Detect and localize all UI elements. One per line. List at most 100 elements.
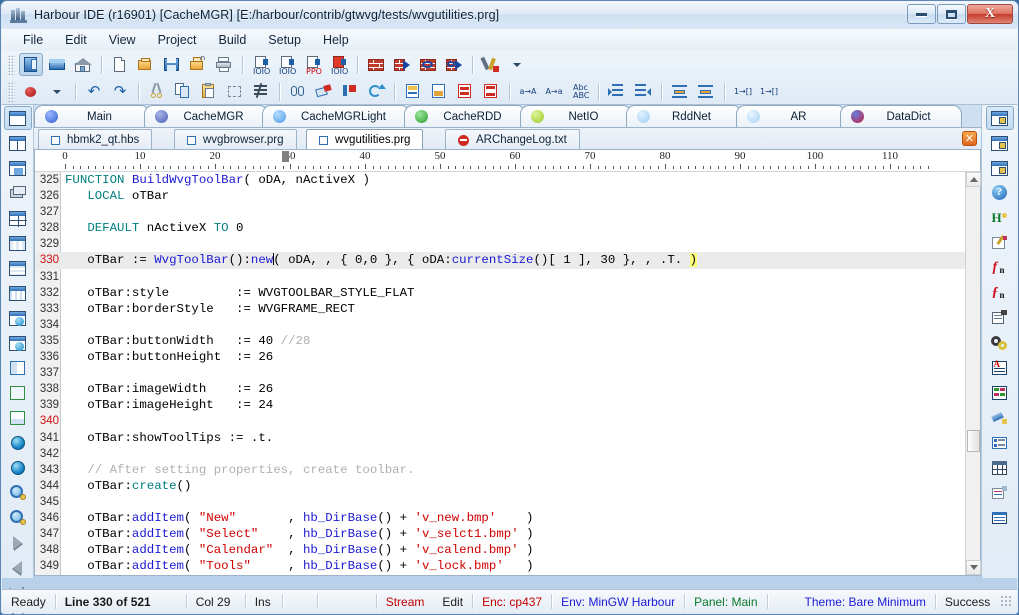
flashlight-icon[interactable] xyxy=(986,406,1014,430)
tools-icon[interactable] xyxy=(479,53,503,76)
exit-icon[interactable] xyxy=(19,53,43,76)
paste-icon[interactable] xyxy=(197,80,221,103)
panel-grid-icon[interactable] xyxy=(4,206,32,230)
code-line[interactable]: 333 oTBar:borderStyle := WVGFRAME_RECT xyxy=(35,301,965,317)
edit-note-icon[interactable] xyxy=(986,231,1014,255)
goto-icon[interactable] xyxy=(338,80,362,103)
compile-ppo-icon[interactable]: PPO xyxy=(301,53,325,76)
code-line[interactable]: 335 oTBar:buttonWidth := 40 //28 xyxy=(35,333,965,349)
window-panel-3-icon[interactable] xyxy=(986,156,1014,180)
panel-columns-icon[interactable] xyxy=(4,281,32,305)
close-tab-button[interactable]: ✕ xyxy=(962,131,977,146)
code-line[interactable]: 344 oTBar:create() xyxy=(35,478,965,494)
zoom-in-icon[interactable] xyxy=(4,481,32,505)
code-line[interactable]: 340 xyxy=(35,413,965,429)
code-line[interactable]: 330 oTBar := WvgToolBar():new( oDA, , { … xyxy=(35,252,965,269)
menu-file[interactable]: File xyxy=(12,31,54,49)
minimize-button[interactable] xyxy=(907,4,936,24)
compile-io2-icon[interactable]: IOIO xyxy=(275,53,299,76)
settings-gears-icon[interactable] xyxy=(986,331,1014,355)
compile-io-icon[interactable]: IOIO xyxy=(249,53,273,76)
window-panel-1-icon[interactable] xyxy=(985,106,1014,130)
bookmark-prev-icon[interactable] xyxy=(453,80,477,103)
nav-back-icon[interactable] xyxy=(4,556,32,580)
code-line[interactable]: 327 xyxy=(35,204,965,220)
code-line[interactable]: 342 xyxy=(35,446,965,462)
project-tab-cachemgrlight[interactable]: CacheMGRLight xyxy=(262,105,410,127)
home-icon[interactable] xyxy=(71,53,95,76)
panel-save-icon[interactable] xyxy=(4,156,32,180)
grid-view-icon[interactable] xyxy=(986,456,1014,480)
panel-browse2-icon[interactable] xyxy=(4,331,32,355)
project-tab-cacherdd[interactable]: CacheRDD xyxy=(404,105,526,127)
indent-icon[interactable] xyxy=(605,80,629,103)
project-tab-datadict[interactable]: DataDict xyxy=(840,105,962,127)
new-file-icon[interactable] xyxy=(108,53,132,76)
clear-icon[interactable] xyxy=(249,80,273,103)
code-line[interactable]: 336 oTBar:buttonHeight := 26 xyxy=(35,349,965,365)
code-line[interactable]: 348 oTBar:addItem( "Calendar" , hb_DirBa… xyxy=(35,542,965,558)
maximize-button[interactable] xyxy=(937,4,966,24)
spellcheck-icon[interactable]: Abc ABC xyxy=(568,80,592,103)
code-line[interactable]: 337 xyxy=(35,365,965,381)
menu-project[interactable]: Project xyxy=(147,31,208,49)
compile-io-red-icon[interactable]: IOIO xyxy=(327,53,351,76)
align-right-icon[interactable] xyxy=(694,80,718,103)
project-tab-rddnet[interactable]: RddNet xyxy=(626,105,742,127)
print-icon[interactable] xyxy=(212,53,236,76)
copy-icon[interactable] xyxy=(171,80,195,103)
find-icon[interactable] xyxy=(286,80,310,103)
code-line[interactable]: 347 oTBar:addItem( "Select" , hb_DirBase… xyxy=(35,526,965,542)
bookmark-add-icon[interactable] xyxy=(401,80,425,103)
build-icon[interactable] xyxy=(364,53,388,76)
menu-edit[interactable]: Edit xyxy=(54,31,98,49)
toolbar-grip[interactable] xyxy=(8,54,15,75)
project-tab-netio[interactable]: NetIO xyxy=(520,105,632,127)
code-line[interactable]: 341 oTBar:showToolTips := .t. xyxy=(35,430,965,446)
file-tab-wvgbrowser-prg[interactable]: wvgbrowser.prg xyxy=(174,129,297,150)
refresh-icon[interactable] xyxy=(364,80,388,103)
file-tab-hbmk2-qt-hbs[interactable]: hbmk2_qt.hbs xyxy=(38,129,153,150)
record-dropdown-icon[interactable] xyxy=(45,80,69,103)
editor-vertical-scrollbar[interactable] xyxy=(965,172,981,575)
code-line[interactable]: 332 oTBar:style := WVGTOOLBAR_STYLE_FLAT xyxy=(35,285,965,301)
code-line[interactable]: 350 oTBar:addItem( "Index" , hb_DirBase(… xyxy=(35,574,965,575)
menu-help[interactable]: Help xyxy=(312,31,360,49)
window-panel-2-icon[interactable] xyxy=(986,131,1014,155)
function-list-icon[interactable]: ƒ n xyxy=(986,281,1014,305)
scroll-up-button[interactable] xyxy=(966,172,981,187)
line-number-down-icon[interactable]: 1→[] xyxy=(757,80,781,103)
bookmark-goto-icon[interactable] xyxy=(427,80,451,103)
zoom-out-icon[interactable] xyxy=(4,506,32,530)
undo-icon[interactable]: ↶ xyxy=(82,80,106,103)
menu-setup[interactable]: Setup xyxy=(257,31,312,49)
save-icon[interactable] xyxy=(160,53,184,76)
scrollbar-thumb[interactable] xyxy=(967,430,980,452)
properties-icon[interactable] xyxy=(986,306,1014,330)
panel-properties-icon[interactable] xyxy=(3,106,32,130)
view-full-icon[interactable] xyxy=(4,381,32,405)
scroll-down-button[interactable] xyxy=(966,560,981,575)
nav-forward-icon[interactable] xyxy=(4,531,32,555)
code-line[interactable]: 326 LOCAL oTBar xyxy=(35,188,965,204)
code-line[interactable]: 339 oTBar:imageHeight := 24 xyxy=(35,397,965,413)
code-area[interactable]: 325 FUNCTION BuildWvgToolBar( oDA, nActiv… xyxy=(35,172,965,575)
panel-browse-icon[interactable] xyxy=(4,306,32,330)
harbour-help-icon[interactable]: H xyxy=(986,206,1014,230)
toolbar-grip-2[interactable] xyxy=(8,81,15,102)
menu-view[interactable]: View xyxy=(98,31,147,49)
project-tab-cachemgr[interactable]: CacheMGR xyxy=(144,105,268,127)
panel-table-icon[interactable] xyxy=(4,231,32,255)
file-tab-wvgutilities-prg[interactable]: wvgutilities.prg xyxy=(306,129,424,150)
menu-build[interactable]: Build xyxy=(207,31,257,49)
function-icon[interactable]: f n xyxy=(986,256,1014,280)
record-icon[interactable] xyxy=(19,80,43,103)
outdent-icon[interactable] xyxy=(631,80,655,103)
globe-info-icon[interactable] xyxy=(4,456,32,480)
text-document-icon[interactable]: A xyxy=(986,356,1014,380)
help-icon[interactable]: ? xyxy=(986,181,1014,205)
output-panel-icon[interactable] xyxy=(986,506,1014,530)
close-button[interactable]: X xyxy=(967,4,1013,24)
code-line[interactable]: 331 xyxy=(35,269,965,285)
code-line[interactable]: 329 xyxy=(35,236,965,252)
